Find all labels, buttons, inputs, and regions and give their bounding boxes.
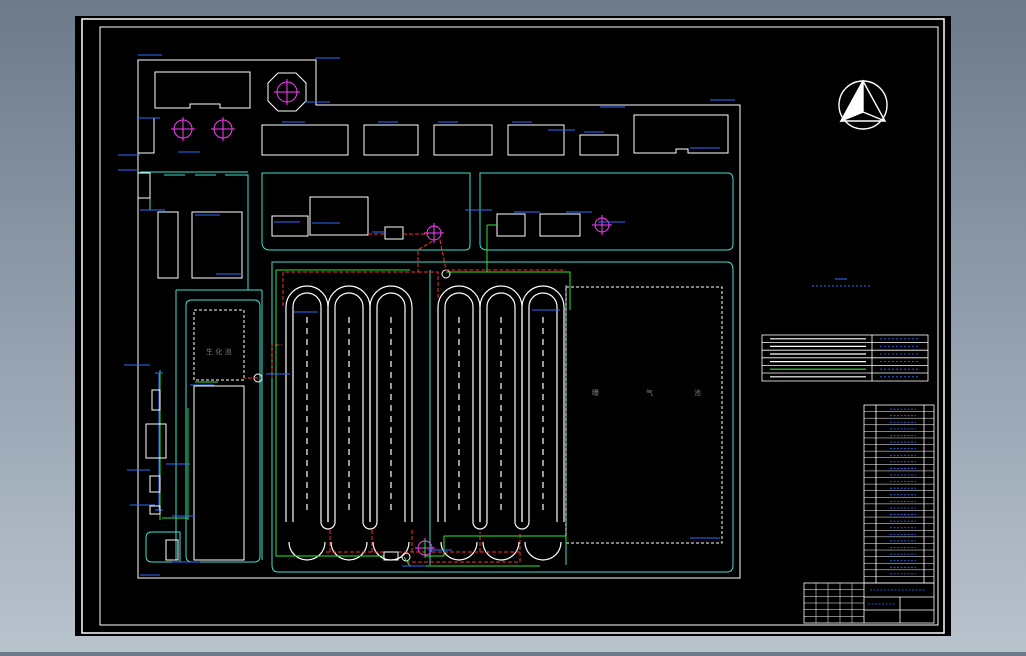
site-plan-drawing[interactable]: 生 化 池 曝 气 池 xyxy=(0,0,1026,652)
label-main-tank-a: 曝 xyxy=(592,389,599,397)
drawing-sheet xyxy=(75,16,951,636)
label-left-building: 生 化 池 xyxy=(206,347,231,356)
label-main-tank-b: 气 xyxy=(646,388,653,397)
label-main-tank-c: 池 xyxy=(694,388,701,397)
cad-viewport[interactable]: 生 化 池 曝 气 池 xyxy=(0,0,1026,652)
